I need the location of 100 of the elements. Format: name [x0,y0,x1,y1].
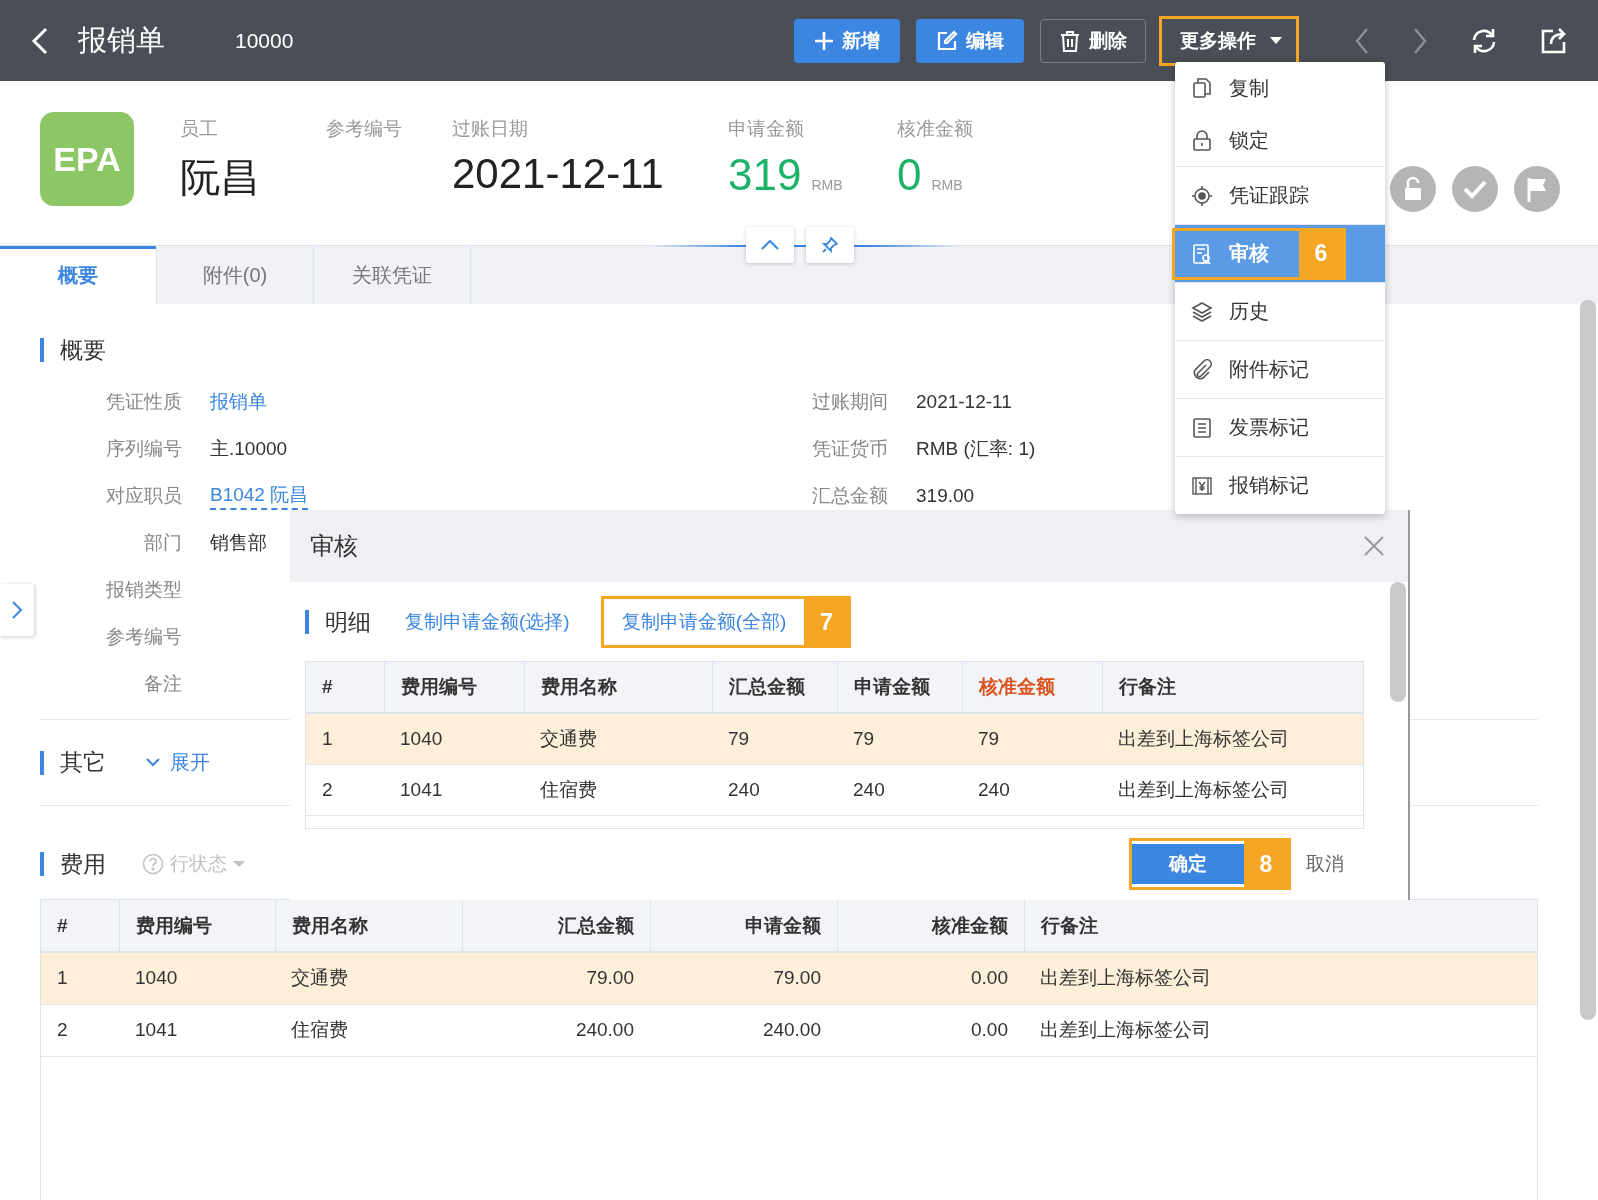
lock-icon [1191,129,1213,151]
field-value: 阮昌 [180,154,261,201]
flag-icon[interactable] [1514,166,1560,212]
tab[interactable]: 附件(0) [157,246,314,304]
table-cell: 79 [712,713,837,764]
field-label: 凭证货币 [812,436,888,461]
table-cell: 交通费 [275,952,462,1004]
chevron-right-icon [11,600,23,620]
side-expand-button[interactable] [0,584,34,636]
menu-item[interactable]: 报销标记 [1175,456,1385,514]
field-label: 员工 [180,117,219,141]
refresh-icon[interactable] [1470,26,1498,55]
field-label: 申请金额 [728,117,805,141]
field-label: 参考编号 [105,624,182,649]
column-header: 申请金额 [837,662,962,713]
section-title: 概要 [60,335,106,365]
table-cell: 240 [712,764,837,815]
list-icon [1191,416,1213,439]
table-cell: 出差到上海标签公司 [1024,1004,1537,1056]
dialog-title: 审核 [310,531,358,561]
table-cell: 79.00 [650,952,837,1004]
delete-button[interactable]: 删除 [1040,18,1146,63]
table-cell: 1 [41,952,119,1004]
table-cell: 出差到上海标签公司 [1102,764,1363,815]
field-value: 2021-12-11 [452,150,665,198]
field-value: 销售部 [210,530,267,555]
table-cell: 2 [306,764,384,815]
column-header: 核准金额 [962,662,1102,713]
copy-amount-link[interactable]: 复制申请金额(选择) [405,609,570,635]
field-value: 主.10000 [210,436,288,461]
menu-item[interactable]: 复制 [1175,62,1385,114]
pin-button[interactable] [806,227,854,263]
table-cell: 1 [306,713,384,764]
column-header: 汇总金额 [462,900,650,952]
check-icon[interactable] [1452,166,1498,212]
menu-item[interactable]: 锁定 [1175,114,1385,166]
field-label: 序列编号 [105,436,182,461]
section-title: 其它 [60,748,106,777]
table-cell: 1041 [119,1004,275,1056]
document-icon [1191,242,1213,265]
tab[interactable]: 概要 [0,246,157,304]
section-title: 明细 [325,607,371,637]
unlock-icon[interactable] [1390,166,1436,212]
menu-item[interactable]: 历史 [1175,282,1385,340]
scrollbar[interactable] [1580,300,1596,1020]
chevron-up-icon [761,240,779,250]
step-badge: 8 [1244,841,1288,887]
edit-icon [936,29,958,52]
column-header: 费用编号 [384,662,524,713]
field-label: 报销类型 [105,577,182,602]
next-icon[interactable] [1412,26,1428,55]
field-link[interactable]: 报销单 [210,388,267,415]
edit-button[interactable]: 编辑 [916,18,1024,63]
field-label: 参考编号 [326,117,403,141]
table-cell: 240 [837,764,962,815]
receipt-icon [1191,474,1213,497]
column-header: 申请金额 [650,900,837,952]
field-value: RMB (汇率: 1) [916,436,1036,461]
confirm-button[interactable]: 确定 [1132,844,1244,884]
field-label: 凭证性质 [105,389,182,414]
collapse-button[interactable] [746,227,794,263]
field-label: 部门 [143,530,182,555]
currency-unit: RMB [931,177,963,193]
chevron-icon [146,758,160,767]
share-icon[interactable] [1540,26,1568,55]
pin-icon [822,237,838,253]
app-logo: EPA [40,112,134,206]
column-header: 汇总金额 [712,662,837,713]
column-header: 核准金额 [837,900,1024,952]
step-badge: 6 [1299,230,1343,277]
table-cell: 0.00 [837,952,1024,1004]
column-header: 费用名称 [524,662,712,713]
table-cell: 79 [962,713,1102,764]
column-header: 费用名称 [275,900,462,952]
column-header: # [306,662,384,713]
table-cell: 2 [41,1004,119,1056]
field-label: 备注 [143,671,182,696]
field-label: 对应职员 [105,483,182,508]
close-icon[interactable] [1364,536,1384,556]
column-header: 费用编号 [119,900,275,952]
expand-toggle[interactable]: 展开 [146,749,210,776]
scrollbar[interactable] [1390,582,1406,702]
menu-item[interactable]: 附件标记 [1175,340,1385,398]
caret-icon [233,860,245,868]
table-cell: 240 [962,764,1102,815]
cancel-button[interactable]: 取消 [1306,851,1344,877]
copy-icon [1191,77,1213,99]
tab[interactable]: 关联凭证 [314,246,471,304]
table-cell: 240.00 [462,1004,650,1056]
table-cell: 240.00 [650,1004,837,1056]
menu-item[interactable]: 审核 6 [1175,224,1385,282]
menu-item[interactable]: 发票标记 [1175,398,1385,456]
table-cell: 住宿费 [524,764,712,815]
back-icon[interactable] [30,25,50,56]
previous-icon[interactable] [1354,26,1370,55]
table-cell: 0.00 [837,1004,1024,1056]
add-button[interactable]: 新增 [794,18,900,63]
field-label: 核准金额 [897,117,974,141]
currency-unit: RMB [811,177,843,193]
more-actions-dropdown[interactable]: 更多操作 [1162,18,1296,63]
